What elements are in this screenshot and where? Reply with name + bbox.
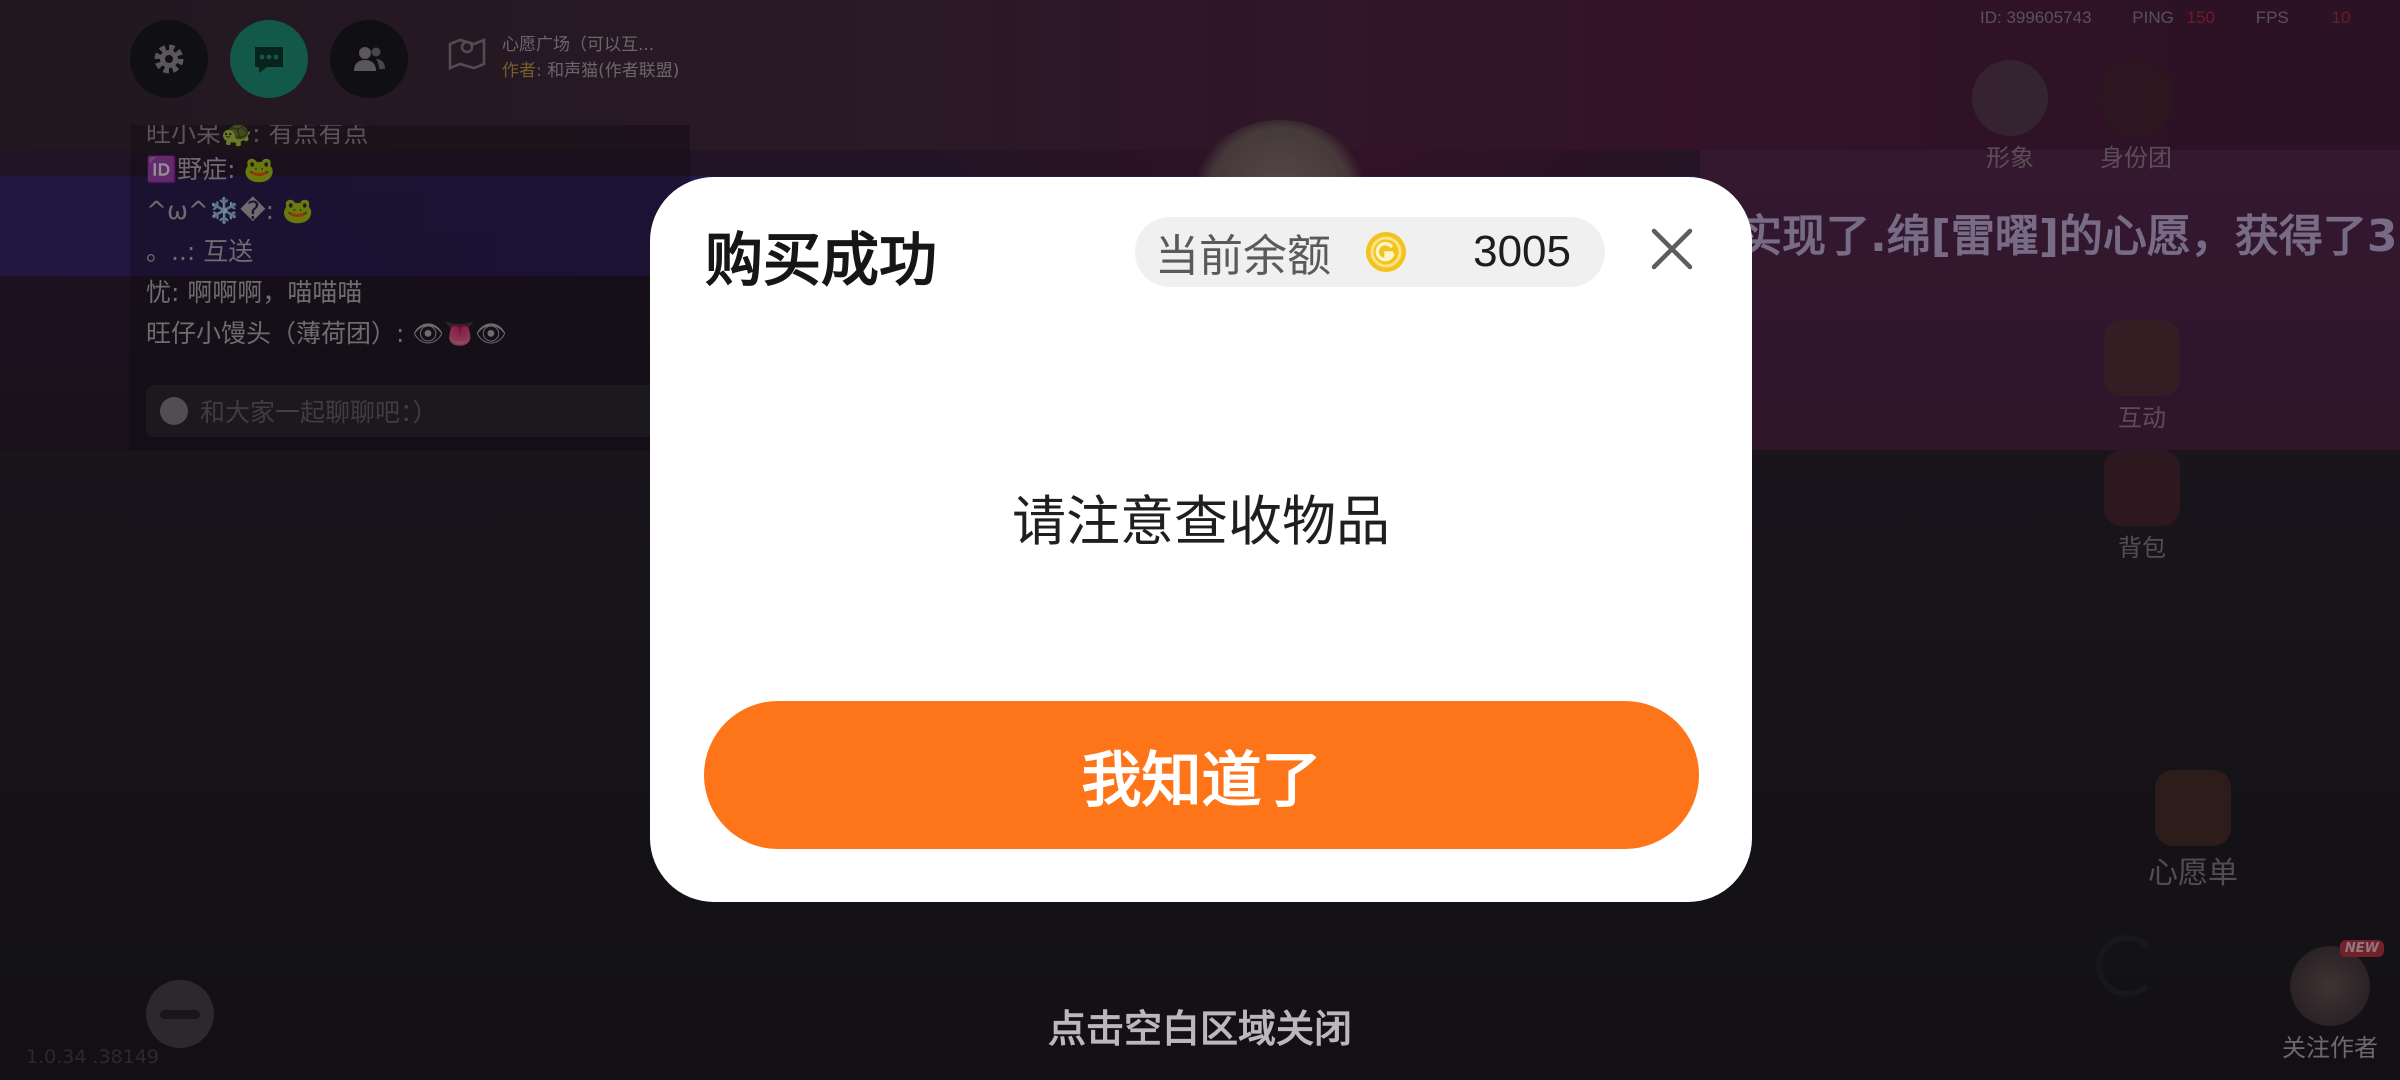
dialog-message: 请注意查收物品 <box>1012 490 1390 553</box>
close-hint: 点击空白区域关闭 <box>1047 1007 1352 1051</box>
balance-value: 3005 <box>1473 227 1571 276</box>
dialog-title: 购买成功 <box>705 226 938 294</box>
coin-icon <box>1366 232 1406 272</box>
confirm-button[interactable]: 我知道了 <box>704 701 1699 849</box>
balance-pill: 当前余额 3005 <box>1135 217 1605 287</box>
balance-label: 当前余额 <box>1155 231 1331 282</box>
close-icon[interactable] <box>1646 223 1698 275</box>
purchase-success-dialog: 购买成功 当前余额 3005 请注意查收物品 我知道了 <box>650 177 1752 902</box>
